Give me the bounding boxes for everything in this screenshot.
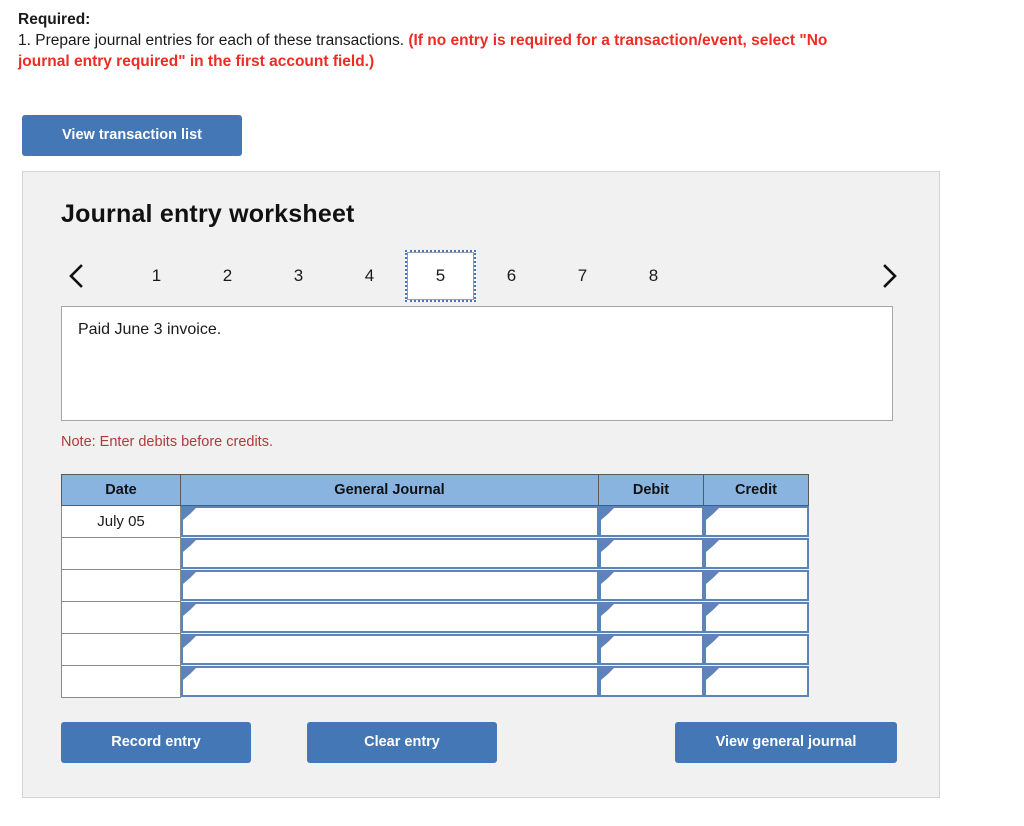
dropdown-marker-icon [705, 508, 719, 521]
pager-page-5[interactable]: 5 [405, 250, 476, 302]
dropdown-marker-icon [183, 540, 196, 552]
general-journal-input[interactable] [181, 506, 599, 538]
credit-input[interactable] [703, 666, 809, 697]
dropdown-marker-icon [600, 636, 614, 648]
column-header-date: Date [61, 474, 181, 506]
dropdown-marker-icon [600, 604, 614, 616]
dropdown-marker-icon [183, 508, 196, 521]
general-journal-cell[interactable] [181, 602, 599, 634]
debit-input[interactable] [598, 538, 704, 569]
journal-entry-worksheet-panel: Journal entry worksheet 1 2 3 4 5 6 7 8 … [22, 171, 940, 798]
pager-page-4[interactable]: 4 [334, 250, 405, 302]
debit-cell[interactable] [598, 634, 704, 666]
requirements-block: Required: 1. Prepare journal entries for… [0, 0, 1024, 72]
view-transaction-list-button[interactable]: View transaction list [22, 115, 242, 156]
chevron-right-icon[interactable] [873, 250, 907, 302]
date-cell[interactable]: July 05 [61, 505, 181, 538]
general-journal-cell[interactable] [181, 506, 599, 538]
general-journal-input[interactable] [181, 634, 599, 665]
pager-page-8[interactable]: 8 [618, 250, 689, 302]
credit-input[interactable] [703, 506, 809, 538]
general-journal-cell[interactable] [181, 570, 599, 602]
journal-entry-table: Date General Journal Debit Credit July 0… [61, 474, 809, 698]
dropdown-marker-icon [705, 604, 719, 616]
pager-page-2[interactable]: 2 [192, 250, 263, 302]
pager-page-7[interactable]: 7 [547, 250, 618, 302]
required-label: Required: [18, 11, 91, 28]
dropdown-marker-icon [183, 668, 196, 680]
table-row: July 05 [61, 505, 809, 538]
dropdown-marker-icon [705, 668, 719, 680]
debit-input[interactable] [598, 506, 704, 538]
date-cell[interactable] [61, 665, 181, 698]
requirement-note-red-line1: (If no entry is required for a transacti… [408, 32, 828, 50]
chevron-left-icon[interactable] [59, 250, 93, 302]
date-cell[interactable] [61, 633, 181, 666]
credit-input[interactable] [703, 602, 809, 633]
general-journal-cell[interactable] [181, 666, 599, 698]
debit-input[interactable] [598, 666, 704, 697]
date-cell[interactable] [61, 537, 181, 570]
table-row [61, 569, 809, 602]
credit-cell[interactable] [703, 570, 809, 602]
column-header-credit: Credit [703, 474, 809, 506]
debit-input[interactable] [598, 570, 704, 601]
dropdown-marker-icon [600, 668, 614, 680]
credit-cell[interactable] [703, 602, 809, 634]
pager-number-list: 1 2 3 4 5 6 7 8 [121, 250, 689, 302]
view-general-journal-button[interactable]: View general journal [675, 722, 897, 763]
journal-entry-table-body: July 05 [61, 505, 809, 698]
credit-cell[interactable] [703, 538, 809, 570]
record-entry-button[interactable]: Record entry [61, 722, 251, 763]
debit-cell[interactable] [598, 506, 704, 538]
general-journal-input[interactable] [181, 570, 599, 601]
dropdown-marker-icon [705, 540, 719, 552]
table-header-row: Date General Journal Debit Credit [61, 474, 809, 506]
dropdown-marker-icon [600, 540, 614, 552]
debits-before-credits-note: Note: Enter debits before credits. [61, 434, 273, 450]
date-cell[interactable] [61, 569, 181, 602]
requirement-item-1-text: 1. Prepare journal entries for each of t… [18, 32, 404, 50]
pager-page-3[interactable]: 3 [263, 250, 334, 302]
worksheet-pager: 1 2 3 4 5 6 7 8 [59, 250, 907, 302]
column-header-general-journal: General Journal [180, 474, 599, 506]
credit-cell[interactable] [703, 634, 809, 666]
credit-input[interactable] [703, 634, 809, 665]
dropdown-marker-icon [705, 636, 719, 648]
debit-cell[interactable] [598, 666, 704, 698]
date-cell[interactable] [61, 601, 181, 634]
general-journal-input[interactable] [181, 666, 599, 697]
dropdown-marker-icon [183, 604, 196, 616]
requirement-item-1: 1. Prepare journal entries for each of t… [18, 31, 1024, 51]
dropdown-marker-icon [600, 508, 614, 521]
debit-input[interactable] [598, 602, 704, 633]
debit-cell[interactable] [598, 602, 704, 634]
table-row [61, 665, 809, 698]
general-journal-input[interactable] [181, 602, 599, 633]
requirement-note-red-line2: journal entry required" in the first acc… [18, 52, 375, 70]
pager-page-6[interactable]: 6 [476, 250, 547, 302]
table-row [61, 537, 809, 570]
dropdown-marker-icon [705, 572, 719, 584]
general-journal-input[interactable] [181, 538, 599, 569]
credit-cell[interactable] [703, 666, 809, 698]
credit-cell[interactable] [703, 506, 809, 538]
page-title: Journal entry worksheet [61, 200, 355, 228]
dropdown-marker-icon [183, 572, 196, 584]
credit-input[interactable] [703, 538, 809, 569]
general-journal-cell[interactable] [181, 634, 599, 666]
dropdown-marker-icon [183, 636, 196, 648]
dropdown-marker-icon [600, 572, 614, 584]
debit-input[interactable] [598, 634, 704, 665]
transaction-description-box: Paid June 3 invoice. [61, 306, 893, 421]
general-journal-cell[interactable] [181, 538, 599, 570]
pager-page-1[interactable]: 1 [121, 250, 192, 302]
table-row [61, 633, 809, 666]
debit-cell[interactable] [598, 570, 704, 602]
table-row [61, 601, 809, 634]
credit-input[interactable] [703, 570, 809, 601]
debit-cell[interactable] [598, 538, 704, 570]
clear-entry-button[interactable]: Clear entry [307, 722, 497, 763]
column-header-debit: Debit [598, 474, 704, 506]
